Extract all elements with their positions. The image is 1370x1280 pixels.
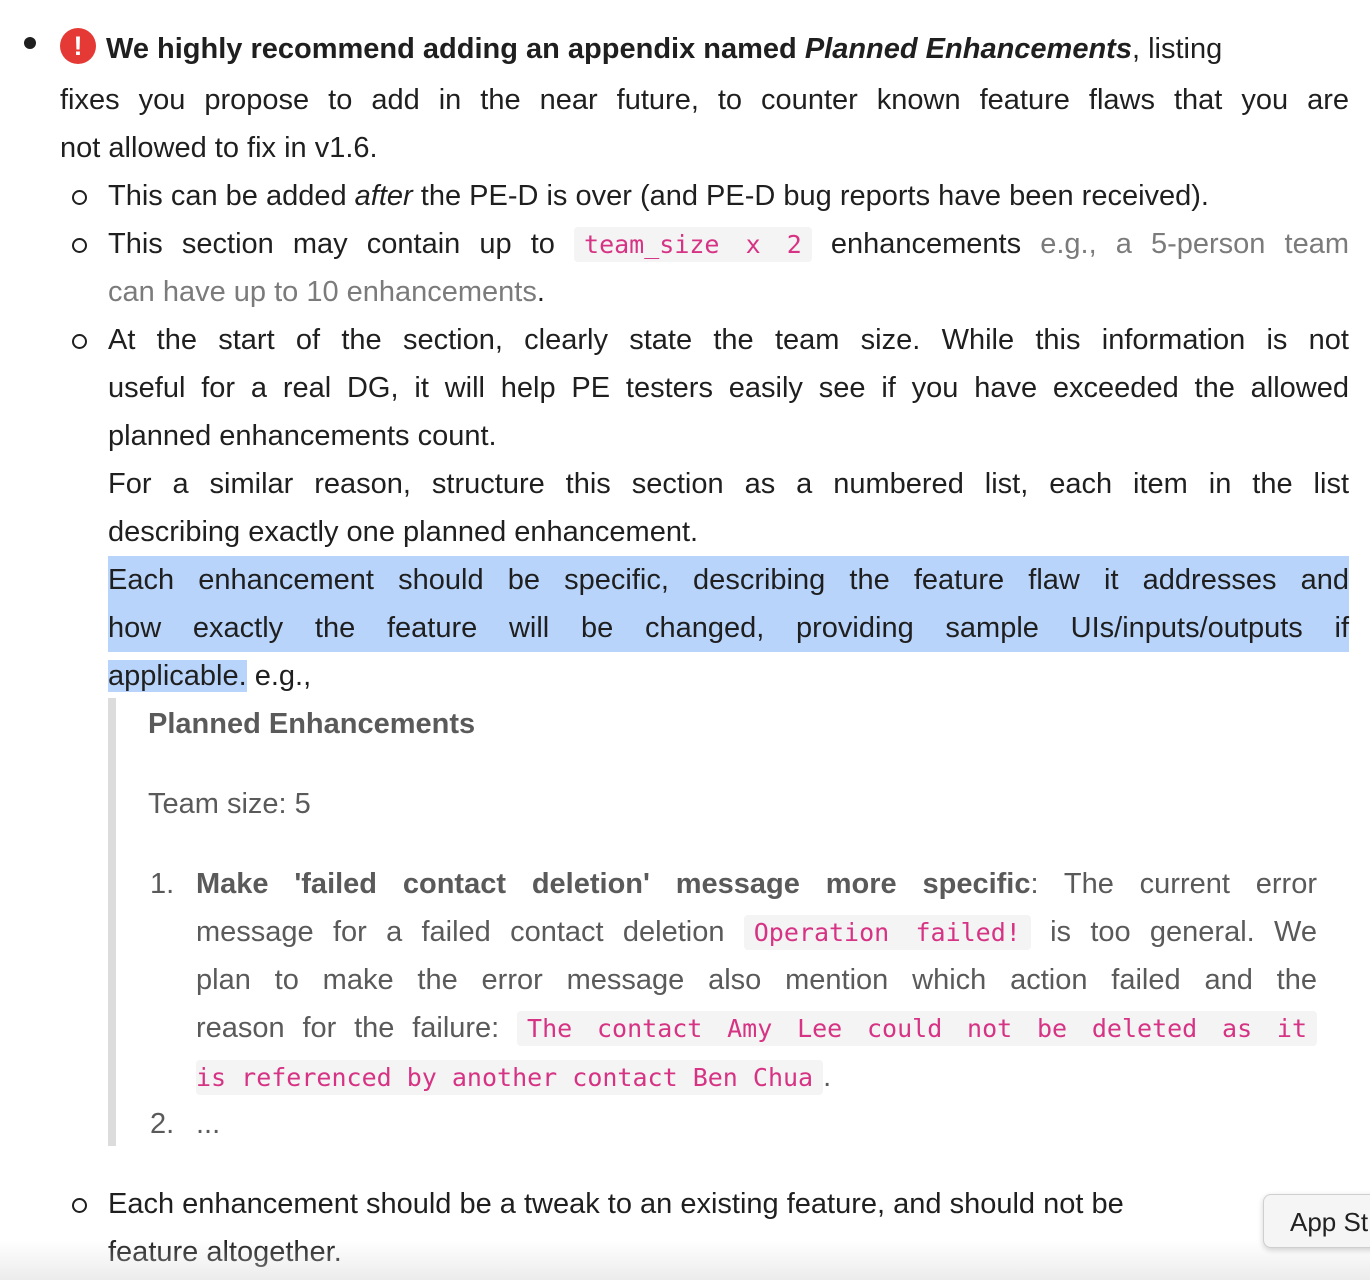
sub-item-team-size-line-3: planned enhancements count. bbox=[108, 420, 497, 452]
bottom-shadow bbox=[0, 1240, 1370, 1280]
selected-text-line-3: applicable. e.g., bbox=[108, 660, 312, 692]
example-item-1-line-5: is referenced by another contact Ben Chu… bbox=[196, 1060, 832, 1095]
intro-line-3: not allowed to fix in v1.6. bbox=[60, 132, 378, 164]
example-item-1-line-4: reason for the failure: The contact Amy … bbox=[196, 1004, 1318, 1053]
intro-appendix-name: Planned Enhancements bbox=[804, 33, 1132, 65]
bullet-circle bbox=[72, 1198, 87, 1213]
new-error-message-code: The contact Amy Lee could not be deleted… bbox=[517, 1011, 1318, 1046]
sub-item-team-size-line-2: useful for a real DG, it will help PE te… bbox=[108, 372, 1349, 404]
bullet-circle bbox=[72, 238, 87, 253]
intro-bold-text: We highly recommend adding an appendix n… bbox=[106, 33, 805, 65]
sub-item-after-ped: This can be added after the PE-D is over… bbox=[108, 180, 1209, 212]
example-item-1-line-2: message for a failed contact deletion Op… bbox=[196, 915, 1317, 950]
exclamation-warning-icon: ! bbox=[60, 28, 96, 64]
sub-item-tweak-line-1: Each enhancement should be a tweak to an… bbox=[108, 1188, 1124, 1220]
sub-item-limit-line-1: This section may contain up to team_size… bbox=[108, 227, 1350, 262]
sub-item-limit-line-2: can have up to 10 enhancements. bbox=[108, 276, 545, 308]
example-team-size: Team size: 5 bbox=[148, 788, 311, 820]
new-error-message-code-cont: is referenced by another contact Ben Chu… bbox=[196, 1060, 824, 1095]
bullet-circle bbox=[72, 190, 87, 205]
operation-failed-code: Operation failed! bbox=[743, 915, 1031, 950]
selected-text-line-1[interactable]: Each enhancement should be specific, des… bbox=[108, 556, 1349, 604]
example-item-2: ... bbox=[196, 1108, 221, 1140]
list-number-1: 1. bbox=[150, 868, 175, 900]
intro-line-2: fixes you propose to add in the near fut… bbox=[60, 84, 1349, 116]
bullet-circle bbox=[72, 334, 87, 349]
sub-item-team-size-line-4: For a similar reason, structure this sec… bbox=[108, 468, 1349, 500]
team-size-code: team_size x 2 bbox=[574, 227, 812, 262]
example-item-1-line-3: plan to make the error message also ment… bbox=[196, 964, 1317, 996]
sub-item-team-size-line-5: describing exactly one planned enhanceme… bbox=[108, 516, 699, 548]
intro-line-1: ! We highly recommend adding an appendix … bbox=[60, 25, 1222, 73]
list-number-2: 2. bbox=[150, 1108, 175, 1140]
example-heading: Planned Enhancements bbox=[148, 708, 476, 740]
bullet-disc bbox=[24, 37, 36, 49]
sub-item-team-size-line-1: At the start of the section, clearly sta… bbox=[108, 324, 1349, 356]
example-item-1-line-1: Make 'failed contact deletion' message m… bbox=[196, 868, 1317, 900]
selected-text-line-2[interactable]: how exactly the feature will be changed,… bbox=[108, 604, 1349, 652]
selected-text-end[interactable]: applicable. bbox=[108, 660, 247, 692]
app-store-tooltip: App St bbox=[1263, 1194, 1370, 1248]
blockquote-bar bbox=[108, 698, 116, 1146]
